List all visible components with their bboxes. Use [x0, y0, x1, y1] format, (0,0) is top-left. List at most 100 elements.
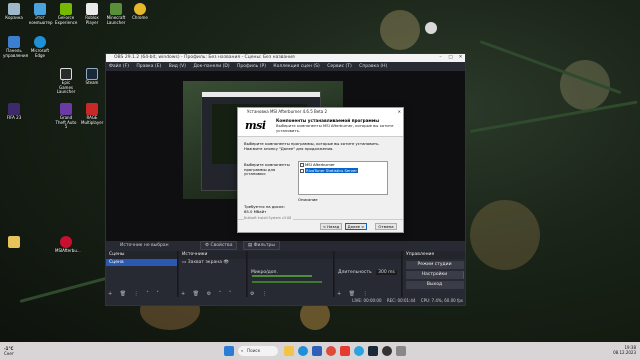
background-bokeh [470, 200, 540, 270]
desktop-icon-epic-games[interactable]: Epic Games Launcher [55, 68, 77, 95]
edge-icon[interactable] [298, 346, 308, 356]
edge-icon [34, 36, 46, 48]
search-icon: ⌕ [241, 348, 244, 353]
roblox-icon [86, 3, 98, 15]
sources-dock: Источники ▭ Захват экрана 👁 + 🗑 ⚙ ˄ ˅ [179, 251, 247, 299]
search-box[interactable]: ⌕ Поиск [238, 346, 278, 356]
clock-date: 08.12.2023 [613, 350, 636, 355]
minecraft-icon [110, 3, 122, 15]
msi-subheading: Выберите компоненты MSI Afterburner, кот… [276, 123, 394, 133]
space-required: Требуется на диске: 65.0 Мбайт [244, 204, 285, 214]
cpu-status: CPU: 7.4%, 60.00 fps [420, 298, 463, 303]
scene-item[interactable]: Сцена [106, 259, 177, 266]
desktop-icon-geforce[interactable]: GeForce Experience [55, 3, 77, 25]
obs-window-title: OBS 29.1.2 (64-bit, windows) - Профиль: … [114, 55, 295, 60]
mixer-dock-title [248, 251, 333, 259]
file-explorer-icon[interactable] [284, 346, 294, 356]
start-icon[interactable] [224, 346, 234, 356]
mixer-dock: Микро/доп. ⚙ ⋮ [248, 251, 334, 299]
gta-icon [60, 103, 72, 115]
close-icon[interactable]: ✕ [456, 54, 465, 62]
menu-view[interactable]: Вид (V) [169, 64, 186, 69]
pine-branch [469, 100, 638, 133]
properties-button[interactable]: ⚙ Свойства [200, 241, 238, 250]
nsis-brand: Nullsoft Install System v3.08 [244, 216, 294, 220]
obs-icon[interactable] [382, 346, 392, 356]
close-icon[interactable]: ✕ [398, 108, 401, 115]
menu-edit[interactable]: Правка (E) [136, 64, 161, 69]
menu-docks[interactable]: Док-панели (D) [193, 64, 229, 69]
desktop-icon-this-pc[interactable]: Этот компьютер [29, 3, 53, 25]
yandex-icon[interactable] [340, 346, 350, 356]
this-pc-icon [34, 3, 46, 15]
recycle-bin-icon [8, 3, 20, 15]
msi-select-label: Выберите компоненты программы для устано… [244, 162, 290, 177]
scenes-dock: Сцены Сцена + 🗑 ⋮ ˄ ˅ [106, 251, 178, 299]
component-label: RivaTuner Statistics Server [305, 168, 358, 173]
clock[interactable]: 19:38 08.12.2023 [613, 345, 636, 355]
background-bokeh [380, 10, 420, 50]
msi-dialog-title: Установка MSI Afterburner 4.6.5 Beta 2 [247, 109, 328, 114]
filters-button[interactable]: ▤ Фильтры [242, 241, 280, 250]
desktop-icon-recycle-bin[interactable]: Корзина [3, 3, 25, 21]
transition-duration-row[interactable]: Длительность 300 ms [335, 269, 401, 276]
mixer-meter-mic [252, 275, 312, 277]
chrome-icon[interactable] [326, 346, 336, 356]
menu-scene-collection[interactable]: Коллекция сцен (S) [273, 64, 319, 69]
duration-label: Длительность [338, 270, 372, 275]
weather-widget[interactable]: -1°C Снег [4, 346, 14, 356]
source-item[interactable]: ▭ Захват экрана 👁 [179, 259, 246, 266]
checkbox-checked-icon[interactable] [300, 163, 304, 167]
desktop-icon-control-panel[interactable]: Панель управления [3, 36, 28, 58]
maximize-icon[interactable]: □ [446, 54, 455, 62]
transitions-dock: Длительность 300 ms + 🗑 ⋮ [335, 251, 402, 299]
menu-tools[interactable]: Сервис (T) [327, 64, 352, 69]
obs-status-bar: LIVE: 00:00:00 REC: 00:01:44 CPU: 7.4%, … [106, 297, 465, 305]
desktop-icon-rage-mp[interactable]: RAGE Multiplayer [81, 103, 103, 125]
duration-value[interactable]: 300 ms [376, 270, 397, 275]
menu-help[interactable]: Справка (H) [359, 64, 387, 69]
rage-mp-icon [86, 103, 98, 115]
no-source-label: Источник не выбран [120, 243, 169, 248]
desktop-icon-edge[interactable]: Microsoft Edge [29, 36, 51, 58]
minimize-icon[interactable]: – [436, 54, 445, 62]
back-button[interactable]: < Назад [320, 223, 342, 230]
desktop-icon-roblox[interactable]: Roblox Player [81, 3, 103, 25]
component-item-rtss[interactable]: RivaTuner Statistics Server [299, 168, 387, 174]
live-status: LIVE: 00:00:00 [352, 298, 382, 303]
desktop-icon-msi-afterburner[interactable]: MSIAfterbu... [55, 236, 81, 254]
weather-desc: Снег [4, 351, 14, 356]
component-list[interactable]: MSI Afterburner RivaTuner Statistics Ser… [298, 161, 388, 195]
desktop-icon-fifa[interactable]: FIFA 23 [3, 103, 25, 121]
telegram-icon[interactable] [354, 346, 364, 356]
desktop-icon-folder[interactable] [3, 236, 25, 248]
settings-button[interactable]: Настройки [406, 271, 463, 279]
msi-header: msi Компоненты устанавливаемой программы… [238, 115, 403, 137]
msi-installer-dialog[interactable]: Установка MSI Afterburner 4.6.5 Beta 2 ✕… [237, 107, 404, 233]
obs-title-bar[interactable]: OBS 29.1.2 (64-bit, windows) - Профиль: … [106, 54, 465, 62]
msi-title-bar[interactable]: Установка MSI Afterburner 4.6.5 Beta 2 ✕ [238, 108, 403, 115]
cancel-button[interactable]: Отмена [375, 223, 397, 230]
properties-label: Свойства [210, 243, 233, 248]
store-icon[interactable] [312, 346, 322, 356]
epic-games-icon [60, 68, 72, 80]
next-button[interactable]: Далее > [345, 223, 367, 230]
settings-icon[interactable] [396, 346, 406, 356]
desktop-icon-minecraft[interactable]: Minecraft Launcher [105, 3, 127, 25]
geforce-icon [60, 3, 72, 15]
studio-mode-button[interactable]: Режим студии [406, 261, 463, 269]
menu-profile[interactable]: Профиль (P) [237, 64, 266, 69]
desktop-icon-chrome[interactable]: Chrome [129, 3, 151, 21]
taskbar: -1°C Снег ⌕ Поиск 19:38 08.12.2023 [0, 342, 640, 360]
steam-icon[interactable] [368, 346, 378, 356]
exit-button[interactable]: Выход [406, 281, 463, 289]
desktop-icon-gta[interactable]: Grand Theft Auto 5 [55, 103, 77, 130]
fifa-icon [8, 103, 20, 115]
msi-description: Выберите компоненты программы, которые в… [244, 141, 380, 151]
desktop-icon-steam[interactable]: Steam [81, 68, 103, 86]
checkbox-checked-icon[interactable] [300, 169, 304, 173]
chrome-icon [134, 3, 146, 15]
source-item-label: Захват экрана [187, 260, 222, 265]
menu-file[interactable]: Файл (F) [109, 64, 129, 69]
control-panel-icon [8, 36, 20, 48]
